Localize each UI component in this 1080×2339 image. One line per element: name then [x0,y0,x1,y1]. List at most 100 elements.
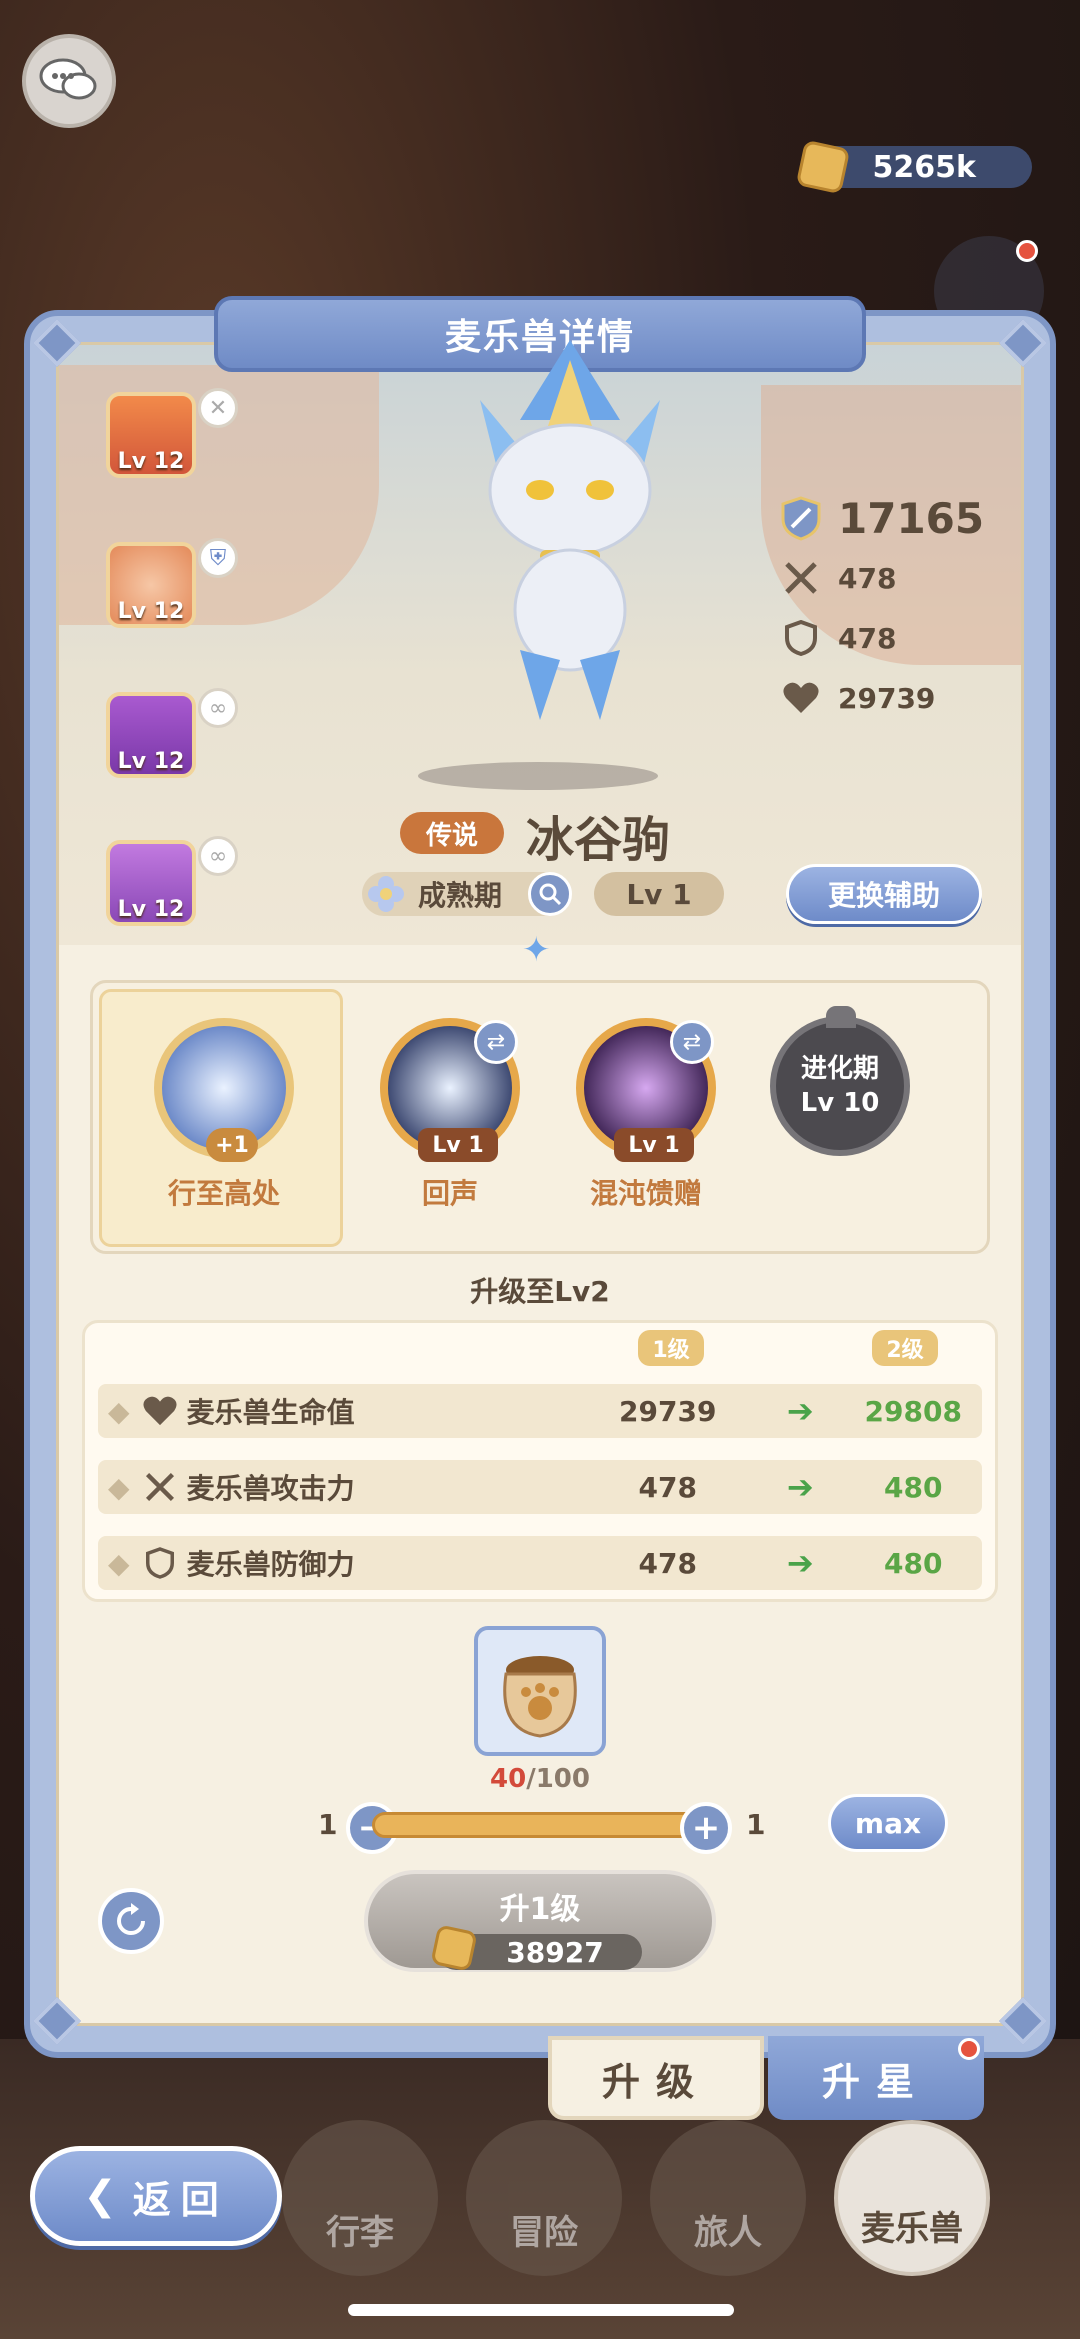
skill-2-level: Lv 1 [418,1128,498,1162]
home-indicator[interactable] [348,2304,734,2316]
nav-bag[interactable]: 行李 [272,2120,448,2296]
reset-button[interactable] [98,1888,164,1954]
nav-traveler[interactable]: 旅人 [640,2120,816,2296]
table-row: ◆ 麦乐兽攻击力 478 ➔ 480 [98,1460,982,1514]
heart-icon [134,1395,187,1427]
swap-icon[interactable]: ⇄ [474,1020,518,1064]
upgrade-title: 升级至Lv2 [470,1275,610,1308]
notification-dot [958,2038,980,2060]
pet-shadow [418,762,658,790]
assist-slot-1[interactable]: Lv 12 [106,392,196,478]
back-arrow-icon: ❮ [83,2173,127,2219]
row-label: 麦乐兽攻击力 [186,1472,355,1505]
slot-level: Lv 12 [117,599,185,624]
swords-icon [134,1471,187,1503]
shield-icon [134,1547,187,1579]
link-icon: ∞ [198,688,238,728]
magnifier-icon [539,883,562,906]
defense-value: 478 [838,621,897,655]
col-current: 1级 [638,1330,704,1366]
plus-button[interactable]: + [680,1802,732,1854]
skill-1-icon: +1 [154,1018,294,1162]
row-next: 29808 [864,1394,962,1428]
swap-icon[interactable]: ⇄ [670,1020,714,1064]
flower-icon [368,876,404,912]
slider-min: 1 [318,1808,338,1841]
lock-ears [826,1006,856,1028]
locked-skill-level: Lv 10 [800,1088,880,1118]
locked-skill-slot[interactable]: 进化期 Lv 10 [770,1016,910,1156]
nav-traveler-label: 旅人 [650,2120,806,2276]
row-next: 480 [884,1546,943,1580]
skill-1-name: 行至高处 [167,1177,280,1210]
defense-row: 478 [778,608,984,668]
assist-slot-3[interactable]: Lv 12 [106,692,196,778]
assist-slot-2[interactable]: Lv 12 [106,542,196,628]
pet-illustration[interactable] [420,340,720,740]
power-row: 17165 [778,488,984,548]
skill-2[interactable]: ⇄ Lv 1 回声 [370,1018,530,1212]
pet-name: 冰谷驹 [526,812,671,868]
slot-level: Lv 12 [117,897,185,922]
hp-row: 29739 [778,668,984,728]
close-icon[interactable]: ✕ [198,388,238,428]
level-up-label: 升1级 [499,1892,581,1927]
notification-dot [1016,240,1038,262]
quantity-slider[interactable] [372,1812,710,1838]
arrow-right-icon: ➔ [786,1392,814,1430]
pet-level: Lv 1 [594,872,724,916]
nav-adventure-label: 冒险 [466,2120,622,2276]
arrow-right-icon: ➔ [786,1468,814,1506]
stats-panel: 17165 478 478 29739 [778,488,984,728]
hp-value: 29739 [838,681,936,715]
skill-3-icon: ⇄ Lv 1 [576,1018,716,1162]
swap-assist-button[interactable]: 更换辅助 [786,864,982,924]
attack-value: 478 [838,561,897,595]
max-button[interactable]: max [828,1794,948,1852]
stage-label: 成熟期 [418,879,503,912]
arrow-right-icon: ➔ [786,1544,814,1582]
nav-pets-label: 麦乐兽 [834,2120,990,2276]
skill-2-name: 回声 [421,1177,478,1210]
attack-row: 478 [778,548,984,608]
power-value: 17165 [838,493,985,543]
nav-adventure[interactable]: 冒险 [456,2120,632,2296]
chat-button[interactable] [22,34,116,128]
chat-bubbles-icon [39,58,97,100]
row-bullet: ◆ [108,1394,130,1428]
skill-3[interactable]: ⇄ Lv 1 混沌馈赠 [566,1018,726,1212]
swords-icon [778,555,824,601]
skill-3-level: Lv 1 [614,1128,694,1162]
upgrade-item-slot[interactable] [474,1626,606,1756]
rarity-badge: 传说 [400,812,504,854]
level-up-cost: 38927 [430,1924,642,1972]
nav-pets[interactable]: 麦乐兽 [824,2120,1000,2296]
coin-icon [795,139,851,195]
heart-icon [778,675,824,721]
row-label: 麦乐兽生命值 [186,1396,355,1429]
back-button[interactable]: ❮ 返回 [30,2146,282,2246]
item-owned: 40 [490,1764,527,1794]
skill-3-name: 混沌馈赠 [589,1177,702,1210]
coin-icon [430,1924,478,1972]
slot-level: Lv 12 [117,449,185,474]
skill-2-icon: ⇄ Lv 1 [380,1018,520,1162]
col-next: 2级 [872,1330,938,1366]
skill-plus-tag: +1 [206,1128,258,1162]
food-bag-icon [503,1656,577,1738]
skill-1[interactable]: +1 行至高处 [144,1018,304,1212]
zoom-button[interactable] [528,872,572,916]
level-up-button[interactable]: 升1级 38927 [364,1870,716,1972]
row-bullet: ◆ [108,1546,130,1580]
table-row: ◆ 麦乐兽生命值 29739 ➔ 29808 [98,1384,982,1438]
tab-upgrade[interactable]: 升级 [548,2036,764,2120]
nav-bag-label: 行李 [282,2120,438,2276]
slot-level: Lv 12 [117,749,185,774]
currency-amount: 5265k [872,149,976,185]
back-label: 返回 [132,2177,229,2222]
tab-star-up[interactable]: 升星 [768,2036,984,2120]
row-label: 麦乐兽防御力 [186,1548,355,1581]
shield-icon: ⛨ [198,538,238,578]
locked-skill-stage: 进化期 [800,1054,879,1084]
assist-slot-4[interactable]: Lv 12 [106,840,196,926]
